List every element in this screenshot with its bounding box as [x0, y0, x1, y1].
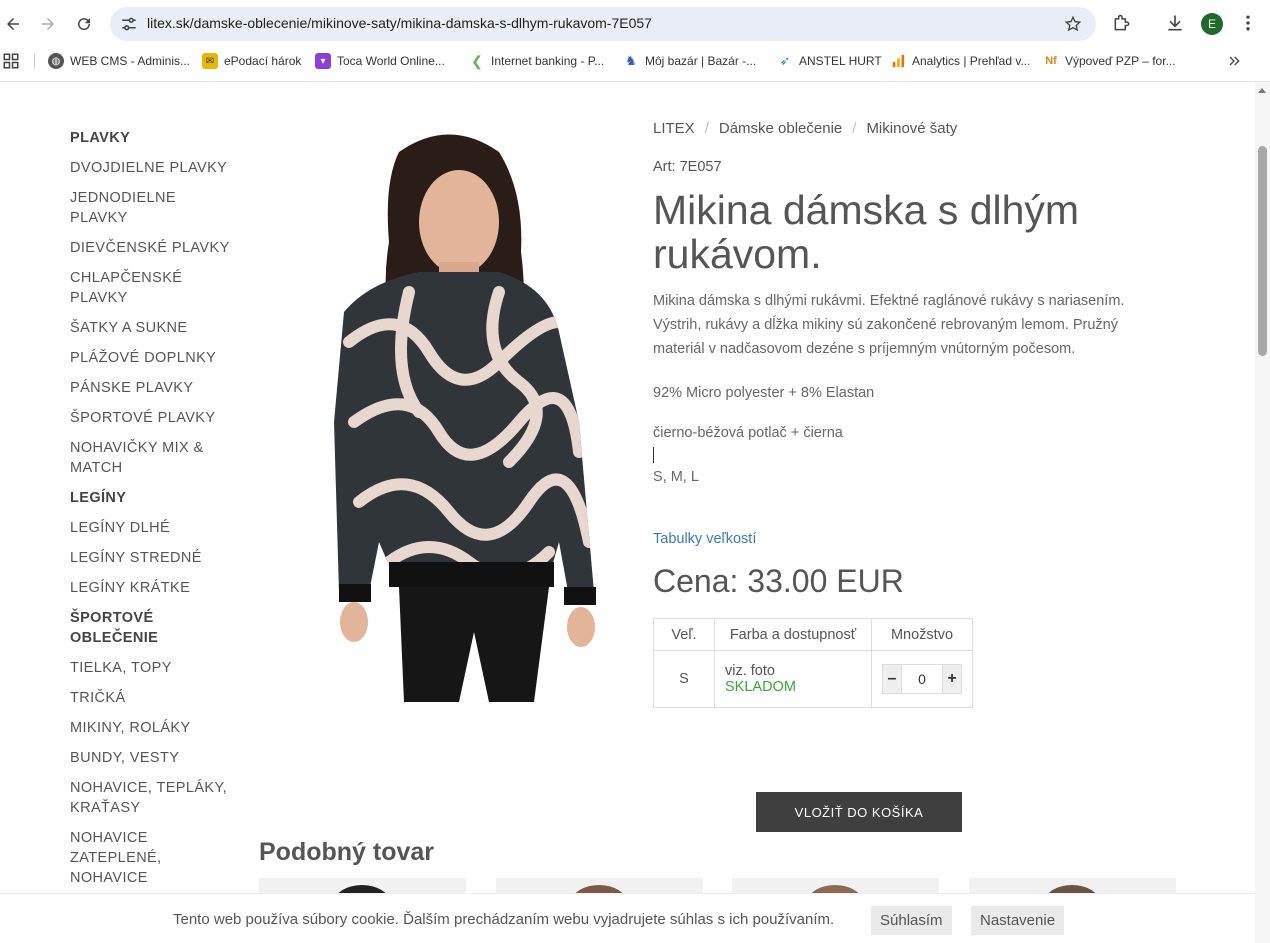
analytics-icon: [890, 53, 906, 69]
variant-color-cell: viz. foto SKLADOM: [714, 650, 872, 708]
product-price: Cena: 33.00 EUR: [653, 563, 904, 599]
bookmark-moj-bazar[interactable]: ♞ Môj bazár | Bazár -...: [623, 52, 756, 70]
bookmark-separator: [34, 53, 35, 69]
category-sidebar: PLAVKY DVOJDIELNE PLAVKY JEDNODIELNE PLAVK…: [70, 128, 230, 898]
scrollbar-thumb[interactable]: [1258, 146, 1267, 356]
profile-avatar[interactable]: E: [1201, 13, 1223, 35]
product-description: Mikina dámska s dlhými rukávmi. Efektné …: [653, 293, 1125, 357]
sidebar-item[interactable]: PLÁŽOVÉ DOPLNKY: [70, 348, 230, 368]
browser-toolbar: litex.sk/damske-oblecenie/mikinove-saty/…: [0, 0, 1270, 82]
breadcrumb-item-litex[interactable]: LITEX: [653, 120, 695, 137]
sidebar-item[interactable]: CHLAPČENSKÉ PLAVKY: [70, 268, 230, 308]
product-title: Mikina dámska s dlhým rukávom.: [653, 187, 1080, 277]
bookmark-analytics[interactable]: Analytics | Prehľad v...: [890, 52, 1030, 70]
table-header-row: Veľ. Farba a dostupnosť Množstvo: [653, 618, 973, 651]
sidebar-item[interactable]: TIELKA, TOPY: [70, 658, 230, 678]
apps-grid-icon[interactable]: [1, 51, 21, 71]
column-header-size: Veľ.: [653, 618, 715, 651]
sidebar-item[interactable]: LEGÍNY STREDNÉ: [70, 548, 230, 568]
decrease-quantity-button[interactable]: –: [882, 664, 902, 694]
product-sizes: S, M, L: [653, 469, 699, 485]
column-header-quantity: Množstvo: [871, 618, 973, 651]
web-page: PLAVKY DVOJDIELNE PLAVKY JEDNODIELNE PLAVK…: [0, 82, 1255, 943]
add-to-cart-button[interactable]: VLOŽIŤ DO KOŠÍKA: [756, 792, 962, 832]
sidebar-item[interactable]: MIKINY, ROLÁKY: [70, 718, 230, 738]
back-icon[interactable]: [1, 12, 25, 36]
cookie-banner: Tento web používa súbory cookie. Ďalším …: [0, 893, 1255, 943]
scroll-up-icon[interactable]: [1258, 88, 1266, 93]
quantity-input[interactable]: 0: [902, 664, 942, 694]
variant-color: viz. foto: [725, 663, 775, 679]
breadcrumb: LITEX / Dámske oblečenie / Mikinové šaty: [653, 120, 1213, 137]
nf-icon: Nf: [1043, 53, 1059, 69]
sidebar-item[interactable]: NOHAVIČKY MIX & MATCH: [70, 438, 230, 478]
sidebar-item[interactable]: LEGÍNY DLHÉ: [70, 518, 230, 538]
table-row: S viz. foto SKLADOM – 0 +: [653, 650, 973, 708]
download-icon[interactable]: [1165, 13, 1185, 33]
page-scrollbar[interactable]: [1255, 82, 1270, 943]
sidebar-category-heading[interactable]: ŠPORTOVÉ OBLEČENIE: [70, 608, 230, 648]
sidebar-item[interactable]: DIEVČENSKÉ PLAVKY: [70, 238, 230, 258]
bookmark-star-icon[interactable]: [1064, 15, 1082, 33]
similar-products-heading: Podobný tovar: [259, 838, 435, 866]
toca-icon: ▾: [315, 53, 331, 69]
sidebar-item[interactable]: LEGÍNY KRÁTKE: [70, 578, 230, 598]
reload-icon[interactable]: [72, 12, 96, 36]
site-settings-icon[interactable]: [120, 15, 138, 33]
cookie-settings-button[interactable]: Nastavenie: [971, 906, 1065, 935]
epodaci-icon: ✉: [202, 53, 218, 69]
text-cursor: [653, 447, 654, 463]
globe-icon: ◍: [48, 53, 64, 69]
bookmark-vypoved-pzp[interactable]: Nf Výpoveď PZP – for...: [1043, 52, 1176, 70]
breadcrumb-separator: /: [852, 120, 857, 137]
bookmark-anstel-hurt[interactable]: ➶ ANSTEL HURT: [777, 52, 882, 70]
sidebar-item[interactable]: ŠATKY A SUKNE: [70, 318, 230, 338]
breadcrumb-separator: /: [704, 120, 709, 137]
variant-table: Veľ. Farba a dostupnosť Množstvo S viz. …: [653, 618, 973, 708]
cookie-accept-button[interactable]: Súhlasím: [871, 906, 952, 935]
breadcrumb-item-damske-oblecenie[interactable]: Dámske oblečenie: [719, 120, 842, 137]
sidebar-item[interactable]: NOHAVICE, TEPLÁKY, KRAŤASY: [70, 778, 230, 818]
sidebar-item[interactable]: JEDNODIELNE PLAVKY: [70, 188, 230, 228]
sidebar-item[interactable]: TRIČKÁ: [70, 688, 230, 708]
increase-quantity-button[interactable]: +: [942, 664, 962, 694]
size-table-link[interactable]: Tabulky veľkostí: [653, 531, 1213, 547]
menu-kebab-icon[interactable]: [1238, 13, 1258, 33]
product-material: 92% Micro polyester + 8% Elastan: [653, 385, 875, 401]
address-bar[interactable]: litex.sk/damske-oblecenie/mikinove-saty/…: [110, 7, 1096, 41]
extensions-icon[interactable]: [1112, 13, 1132, 33]
variant-size: S: [653, 650, 715, 708]
bookmark-toca-world[interactable]: ▾ Toca World Online...: [315, 52, 445, 70]
sidebar-item[interactable]: ŠPORTOVÉ PLAVKY: [70, 408, 230, 428]
quantity-cell: – 0 +: [871, 650, 973, 708]
article-number: Art: 7E057: [653, 159, 722, 175]
breadcrumb-item-mikinove-saty[interactable]: Mikinové šaty: [866, 120, 957, 137]
bookmark-internet-banking[interactable]: ❮ Internet banking - P...: [469, 52, 604, 70]
more-bookmarks-icon[interactable]: [1224, 51, 1244, 71]
anstel-icon: ➶: [777, 53, 793, 69]
bank-icon: ❮: [469, 53, 485, 69]
forward-icon[interactable]: [36, 12, 60, 36]
product-color: čierno-béžová potlač + čierna: [653, 425, 843, 441]
sidebar-category-heading[interactable]: PLAVKY: [70, 128, 230, 148]
sidebar-item[interactable]: BUNDY, VESTY: [70, 748, 230, 768]
sidebar-category-heading[interactable]: LEGÍNY: [70, 488, 230, 508]
stock-status: SKLADOM: [725, 679, 796, 695]
sidebar-item[interactable]: NOHAVICE ZATEPLENÉ, NOHAVICE: [70, 828, 230, 888]
product-details: LITEX / Dámske oblečenie / Mikinové šaty…: [653, 120, 1213, 832]
url-text: litex.sk/damske-oblecenie/mikinove-saty/…: [147, 15, 652, 31]
cookie-message: Tento web používa súbory cookie. Ďalším …: [173, 911, 835, 928]
column-header-color: Farba a dostupnosť: [714, 618, 872, 651]
product-image[interactable]: [259, 122, 629, 702]
bookmark-epodaci[interactable]: ✉ ePodací hárok: [202, 52, 301, 70]
bazar-icon: ♞: [623, 53, 639, 69]
sidebar-item[interactable]: DVOJDIELNE PLAVKY: [70, 158, 230, 178]
sidebar-item[interactable]: PÁNSKE PLAVKY: [70, 378, 230, 398]
quantity-stepper: – 0 +: [882, 664, 962, 694]
bookmark-web-cms[interactable]: ◍ WEB CMS - Adminis...: [48, 52, 190, 70]
